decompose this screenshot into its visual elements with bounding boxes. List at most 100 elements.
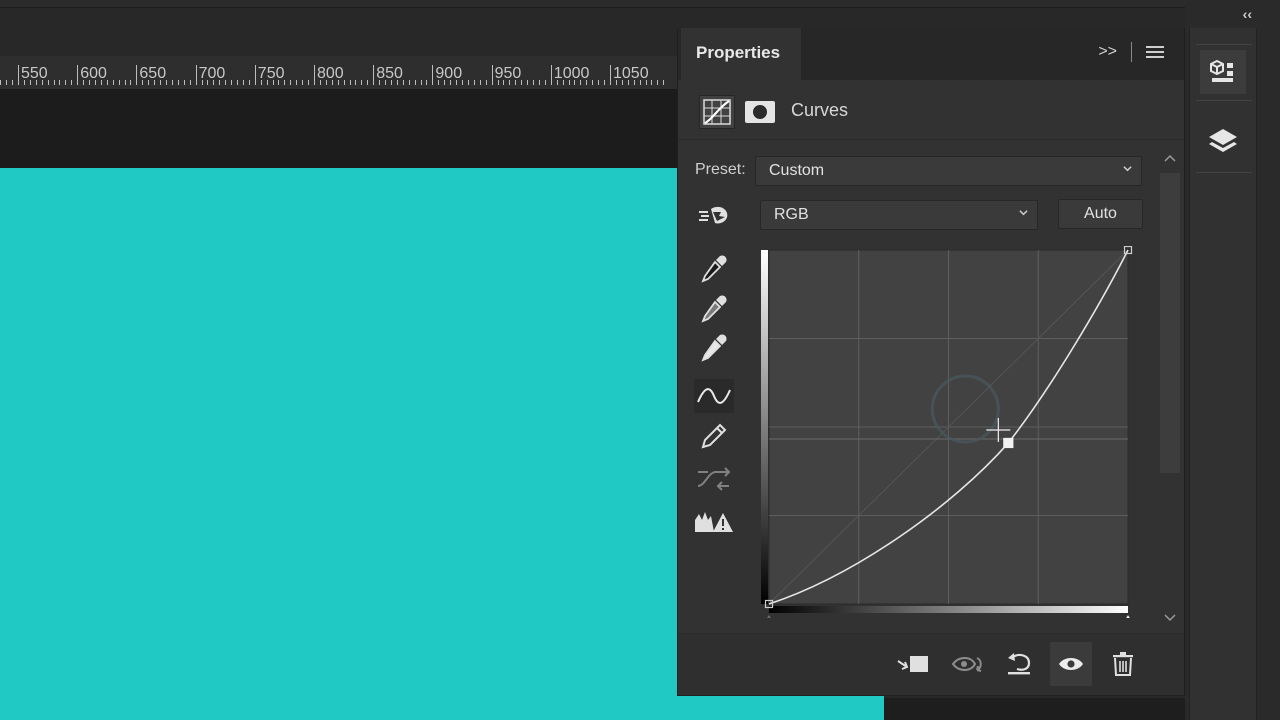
- ruler-minor-tick: [225, 80, 227, 85]
- view-previous-state-button[interactable]: [947, 642, 989, 686]
- collapse-dock-button[interactable]: ‹‹: [1243, 6, 1252, 22]
- ruler-minor-tick: [94, 80, 96, 85]
- output-gradient-bar: [761, 250, 768, 604]
- ruler-minor-tick: [231, 80, 233, 85]
- delete-layer-icon: [1113, 652, 1133, 676]
- ruler-minor-tick: [408, 80, 410, 85]
- curve-points-tool[interactable]: [694, 379, 734, 413]
- ruler-minor-tick: [260, 80, 262, 85]
- ruler-minor-tick: [266, 80, 268, 85]
- ruler-minor-tick: [189, 80, 191, 85]
- tab-properties[interactable]: Properties: [681, 28, 801, 80]
- ruler-minor-tick: [414, 80, 416, 85]
- ruler-minor-tick: [35, 80, 37, 85]
- white-point-eyedropper[interactable]: [694, 331, 734, 365]
- ruler-minor-tick: [657, 80, 659, 85]
- ruler-minor-tick: [89, 80, 91, 85]
- ruler-minor-tick: [248, 80, 250, 85]
- ruler-minor-tick: [456, 80, 458, 85]
- ruler-minor-tick: [290, 80, 292, 85]
- scrollbar-thumb[interactable]: [1160, 173, 1180, 473]
- ruler-minor-tick: [349, 80, 351, 85]
- ruler-minor-tick: [533, 80, 535, 85]
- horizontal-ruler[interactable]: 550 600 650 700 750 800 850 900 950 1000 1050: [0, 56, 690, 90]
- gray-point-eyedropper-icon: [701, 295, 727, 323]
- white-point-slider-handle[interactable]: [1120, 615, 1135, 618]
- ruler-major-tick: [136, 65, 138, 85]
- ruler-minor-tick: [663, 80, 665, 85]
- ruler-minor-tick: [544, 80, 546, 85]
- ruler-minor-tick: [479, 80, 481, 85]
- chevron-down-icon: [1123, 166, 1132, 172]
- ruler-minor-tick: [154, 80, 156, 85]
- ruler-minor-tick: [503, 80, 505, 85]
- ruler-minor-tick: [319, 80, 321, 85]
- ruler-minor-tick: [41, 80, 43, 85]
- pasteboard: [0, 90, 690, 168]
- ruler-label: 1050: [613, 65, 649, 82]
- tab-properties-label: Properties: [696, 43, 781, 62]
- clip-to-layer-button[interactable]: [892, 642, 934, 686]
- ruler-minor-tick: [242, 80, 244, 85]
- clip-to-layer-icon: [897, 656, 928, 672]
- ruler-label: 700: [198, 65, 226, 82]
- adjustment-settings-tab[interactable]: [699, 95, 735, 129]
- scroll-down-arrow-icon[interactable]: [1158, 611, 1182, 625]
- delete-layer-button[interactable]: [1102, 642, 1144, 686]
- layer-mask-tab[interactable]: [742, 95, 778, 129]
- curves-graph[interactable]: [761, 246, 1135, 618]
- clipping-warning-tool[interactable]: [694, 506, 734, 540]
- ruler-minor-tick: [331, 80, 333, 85]
- on-image-adjust-tool[interactable]: [694, 199, 734, 233]
- ruler-minor-tick: [580, 80, 582, 85]
- scroll-up-arrow-icon[interactable]: [1158, 152, 1182, 166]
- black-point-slider-handle[interactable]: [761, 615, 777, 618]
- ruler-minor-tick: [142, 80, 144, 85]
- libraries-panel-button[interactable]: [1200, 50, 1246, 94]
- dock-separator: [1196, 172, 1252, 173]
- ruler-minor-tick: [65, 80, 67, 85]
- ruler-minor-tick: [426, 80, 428, 85]
- ruler-minor-tick: [183, 80, 185, 85]
- pencil-draw-tool[interactable]: [694, 419, 734, 453]
- ruler-minor-tick: [171, 80, 173, 85]
- ruler-minor-tick: [621, 80, 623, 85]
- ruler-label: 650: [139, 65, 167, 82]
- ruler-minor-tick: [586, 80, 588, 85]
- ruler-minor-tick: [272, 80, 274, 85]
- black-point-eyedropper[interactable]: [694, 252, 734, 286]
- ruler-minor-tick: [118, 80, 120, 85]
- layers-panel-button[interactable]: [1200, 120, 1246, 164]
- ruler-label: 850: [376, 65, 403, 82]
- reset-defaults-icon: [1008, 653, 1031, 675]
- ruler-minor-tick: [219, 80, 221, 85]
- channel-dropdown[interactable]: RGB: [760, 200, 1038, 230]
- gray-point-eyedropper[interactable]: [694, 292, 734, 326]
- ruler-minor-tick: [12, 80, 14, 85]
- expand-panel-button[interactable]: >>: [1098, 43, 1117, 61]
- ruler-minor-tick: [100, 80, 102, 85]
- preset-dropdown[interactable]: Custom: [755, 156, 1142, 186]
- dock-icon-column: [1189, 28, 1257, 720]
- ruler-minor-tick: [497, 80, 499, 85]
- smooth-curve-tool[interactable]: [694, 462, 734, 496]
- ruler-minor-tick: [207, 80, 209, 85]
- hamburger-menu-icon[interactable]: [1146, 45, 1164, 59]
- toggle-visibility-button[interactable]: [1050, 642, 1092, 686]
- ruler-minor-tick: [29, 80, 31, 85]
- ruler-minor-tick: [568, 80, 570, 85]
- panel-scrollbar[interactable]: [1158, 148, 1182, 628]
- ruler-minor-tick: [83, 80, 85, 85]
- auto-button[interactable]: Auto: [1058, 199, 1143, 229]
- curve-point-active[interactable]: [1003, 437, 1014, 449]
- ruler-minor-tick: [509, 80, 511, 85]
- ruler-minor-tick: [390, 80, 392, 85]
- ruler-label: 750: [257, 65, 285, 82]
- ruler-minor-tick: [604, 80, 606, 85]
- ruler-minor-tick: [485, 80, 487, 85]
- ruler-minor-tick: [47, 80, 49, 85]
- ruler-label: 950: [494, 65, 522, 82]
- reset-defaults-button[interactable]: [998, 642, 1040, 686]
- ruler-minor-tick: [402, 80, 404, 85]
- ruler-minor-tick: [124, 80, 126, 85]
